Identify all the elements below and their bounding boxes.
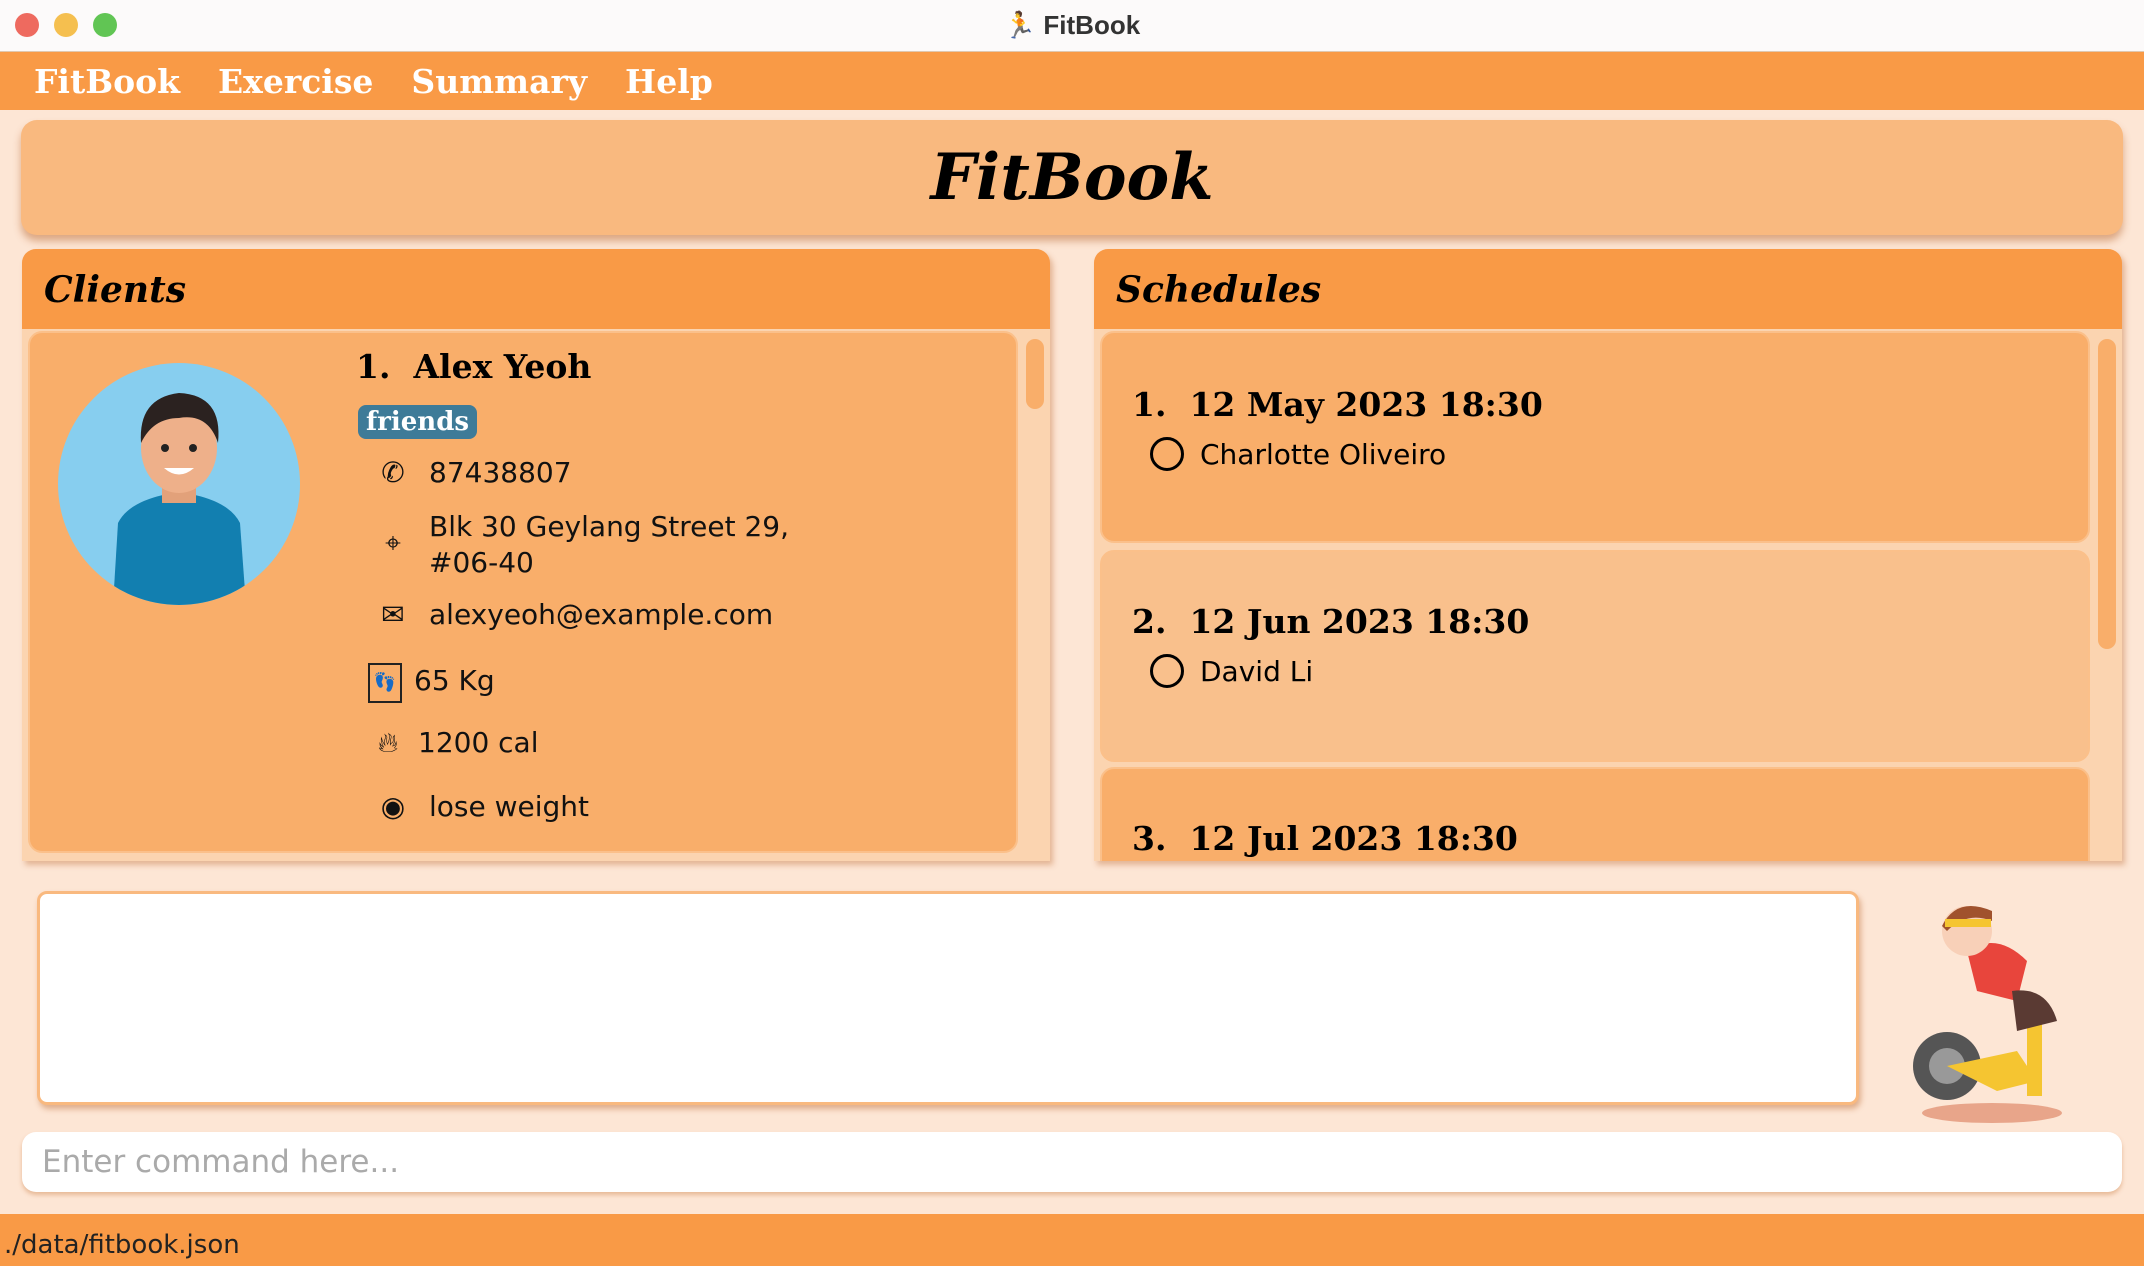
- schedule-date: 1. 12 May 2023 18:30: [1132, 385, 1543, 424]
- client-address: ⌖ Blk 30 Geylang Street 29, #06-40: [375, 509, 789, 581]
- client-goal: ◉ lose weight: [375, 789, 589, 825]
- status-bar-path: ./data/fitbook.json: [0, 1214, 2144, 1266]
- phone-icon: ✆: [381, 456, 405, 489]
- schedule-client: Charlotte Oliveiro: [1150, 437, 1446, 471]
- running-person-icon: 🏃: [1003, 10, 1044, 40]
- schedule-card[interactable]: 1. 12 May 2023 18:30 Charlotte Oliveiro: [1100, 331, 2090, 543]
- calories-text: 1200 cal: [418, 726, 539, 759]
- person-circle-icon: [1150, 437, 1184, 471]
- client-card[interactable]: 1. Alex Yeoh friends ✆ 87438807 ⌖ Blk 30 G…: [28, 331, 1018, 853]
- command-input[interactable]: [22, 1132, 2122, 1192]
- schedule-client: David Li: [1150, 654, 1313, 688]
- phone-text: 87438807: [429, 456, 572, 489]
- schedules-scroll-thumb[interactable]: [2098, 339, 2116, 649]
- client-tag: friends: [358, 405, 478, 439]
- window-title: 🏃 FitBook: [0, 10, 2144, 41]
- person-circle-icon: [1150, 654, 1184, 688]
- client-calories: 🔥︎ 1200 cal: [370, 725, 539, 761]
- email-text: alexyeoh@example.com: [429, 598, 774, 631]
- clients-panel: Clients 1. Alex Yeoh friends ✆ 87438807 ⌖…: [22, 249, 1050, 861]
- client-name: 1. Alex Yeoh: [356, 347, 592, 386]
- cycling-illustration: [1907, 891, 2078, 1124]
- window-title-text: FitBook: [1043, 10, 1141, 40]
- schedules-title: Schedules: [1094, 249, 2122, 329]
- schedule-card[interactable]: 3. 12 Jul 2023 18:30: [1100, 767, 2090, 861]
- menu-exercise[interactable]: Exercise: [218, 62, 373, 101]
- envelope-icon: ✉: [381, 598, 405, 631]
- menu-bar: FitBook Exercise Summary Help: [0, 52, 2144, 110]
- weighing-scale-icon: 👣: [368, 663, 402, 703]
- schedules-scrollbar[interactable]: [2096, 335, 2118, 861]
- menu-help[interactable]: Help: [625, 62, 713, 101]
- goal-text: lose weight: [429, 790, 590, 823]
- schedules-panel: Schedules 1. 12 May 2023 18:30 Charlotte…: [1094, 249, 2122, 861]
- clients-scrollbar[interactable]: [1024, 335, 1046, 861]
- address-text: Blk 30 Geylang Street 29, #06-40: [429, 510, 789, 579]
- client-email: ✉ alexyeoh@example.com: [375, 597, 773, 633]
- result-display: [37, 891, 1859, 1105]
- schedule-card[interactable]: 2. 12 Jun 2023 18:30 David Li: [1100, 550, 2090, 762]
- menu-fitbook[interactable]: FitBook: [34, 62, 180, 101]
- client-avatar: [58, 363, 300, 605]
- schedule-date: 3. 12 Jul 2023 18:30: [1132, 819, 1518, 858]
- flame-icon: 🔥︎: [377, 726, 399, 759]
- schedule-date: 2. 12 Jun 2023 18:30: [1132, 602, 1530, 641]
- app-title: FitBook: [930, 140, 1214, 215]
- window-titlebar: 🏃 FitBook: [0, 0, 2144, 52]
- target-icon: ◉: [380, 790, 406, 823]
- client-weight: 👣 65 Kg: [368, 663, 495, 703]
- weight-text: 65 Kg: [414, 664, 495, 697]
- client-phone: ✆ 87438807: [375, 455, 572, 491]
- app-header: FitBook: [21, 120, 2123, 235]
- clients-title: Clients: [22, 249, 1050, 329]
- clients-scroll-thumb[interactable]: [1026, 339, 1044, 409]
- menu-summary[interactable]: Summary: [411, 62, 587, 101]
- location-pin-icon: ⌖: [385, 526, 401, 559]
